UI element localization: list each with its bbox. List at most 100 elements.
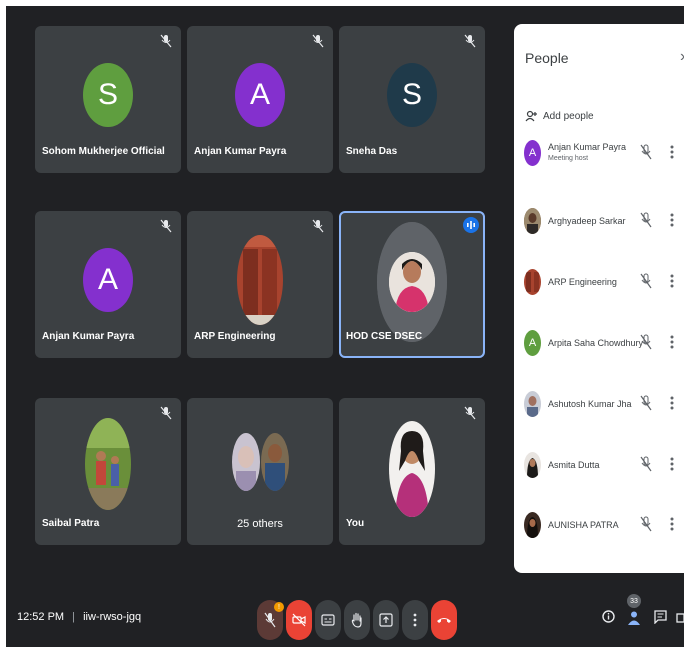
- others-label: 25 others: [237, 518, 283, 530]
- camera-toggle-button[interactable]: [286, 600, 312, 640]
- add-people-label: Add people: [543, 110, 594, 122]
- participant-name: Anjan Kumar Payra: [42, 331, 135, 342]
- mic-off-icon: [464, 406, 476, 420]
- mic-off-icon: [160, 34, 172, 48]
- avatar: A: [524, 140, 541, 166]
- more-options-icon[interactable]: [670, 395, 674, 411]
- meeting-info: 12:52 PM | iiw-rwso-jgq: [17, 611, 141, 623]
- participant-role: Meeting host: [548, 155, 589, 162]
- mic-off-icon: [640, 212, 652, 228]
- participant-tile[interactable]: Saibal Patra: [35, 398, 181, 545]
- more-options-icon[interactable]: [670, 516, 674, 532]
- mic-toggle-button[interactable]: !: [257, 600, 284, 640]
- mic-off-icon: [640, 516, 652, 532]
- participant-name: Sohom Mukherjee Official: [42, 146, 165, 157]
- camera-off-icon: [292, 613, 306, 627]
- mic-warning-badge: !: [274, 602, 284, 612]
- participant-list-name: AUNISHA PATRA: [548, 520, 619, 530]
- leave-call-button[interactable]: [431, 600, 457, 640]
- participant-photo: [237, 235, 283, 326]
- more-options-icon[interactable]: [670, 456, 674, 472]
- add-person-icon: [525, 110, 537, 122]
- more-options-icon[interactable]: [670, 144, 674, 160]
- info-icon: [602, 610, 615, 623]
- activities-icon: [676, 613, 684, 623]
- hang-up-icon: [437, 618, 451, 623]
- avatar: [524, 452, 541, 478]
- participant-tile[interactable]: A Anjan Kumar Payra: [35, 211, 181, 358]
- participant-name: HOD CSE DSEC: [346, 331, 423, 342]
- clock-time: 12:52 PM: [17, 611, 65, 623]
- mic-off-icon: [640, 273, 652, 289]
- avatar: A: [83, 248, 133, 313]
- participant-tile[interactable]: S Sohom Mukherjee Official: [35, 26, 181, 173]
- meeting-details-button[interactable]: [602, 610, 615, 628]
- participant-photo: [85, 418, 131, 511]
- avatar: A: [235, 63, 285, 128]
- captions-button[interactable]: [315, 600, 341, 640]
- mic-off-icon: [464, 34, 476, 48]
- others-tile[interactable]: 25 others: [187, 398, 333, 545]
- participant-list-name: Asmita Dutta: [548, 460, 600, 470]
- participant-count-badge: 33: [627, 594, 641, 608]
- chat-icon: [654, 610, 667, 625]
- present-screen-icon: [379, 613, 393, 627]
- mic-off-icon: [160, 406, 172, 420]
- meeting-window: S Sohom Mukherjee Official A Anjan Kumar…: [6, 6, 684, 647]
- chevron-right-icon[interactable]: ›: [680, 48, 684, 66]
- avatar: [524, 269, 541, 295]
- more-options-button[interactable]: [402, 600, 428, 640]
- present-button[interactable]: [373, 600, 399, 640]
- participant-name: Sneha Das: [346, 146, 398, 157]
- speaking-indicator-icon: [463, 217, 479, 233]
- participant-list-item[interactable]: Ashutosh Kumar Jha: [514, 385, 684, 425]
- raise-hand-button[interactable]: [344, 600, 370, 640]
- participant-tile[interactable]: ARP Engineering: [187, 211, 333, 358]
- separator: |: [72, 611, 76, 623]
- avatar: S: [387, 63, 437, 128]
- participant-list-item[interactable]: AUNISHA PATRA: [514, 506, 684, 546]
- participant-list-name: Arghyadeep Sarkar: [548, 216, 626, 226]
- mic-off-icon: [640, 395, 652, 411]
- avatar: [524, 512, 541, 538]
- self-tile[interactable]: You: [339, 398, 485, 545]
- others-avatar: [261, 433, 289, 491]
- participant-list-name: Ashutosh Kumar Jha: [548, 399, 632, 409]
- more-options-icon[interactable]: [670, 334, 674, 350]
- avatar: S: [83, 63, 133, 128]
- mic-off-icon: [640, 334, 652, 350]
- meeting-code: iiw-rwso-jgq: [83, 611, 142, 623]
- participant-list-name: ARP Engineering: [548, 277, 617, 287]
- mic-off-icon: [264, 612, 276, 628]
- participant-name: Saibal Patra: [42, 518, 100, 529]
- participant-list-item[interactable]: Arghyadeep Sarkar: [514, 202, 684, 242]
- mic-off-icon: [160, 219, 172, 233]
- mic-off-icon: [640, 456, 652, 472]
- participant-tile[interactable]: A Anjan Kumar Payra: [187, 26, 333, 173]
- participant-list-item[interactable]: ARP Engineering: [514, 263, 684, 303]
- participant-list-item[interactable]: A Arpita Saha Chowdhury: [514, 324, 684, 364]
- participant-list-name: Anjan Kumar Payra: [548, 142, 627, 152]
- mic-off-icon: [640, 144, 652, 160]
- participant-list-item[interactable]: A Anjan Kumar Payra Meeting host: [514, 134, 684, 174]
- more-options-icon[interactable]: [670, 273, 674, 289]
- more-vert-icon: [413, 613, 417, 627]
- participant-tile-speaking[interactable]: HOD CSE DSEC: [339, 211, 485, 358]
- people-panel: People › Add people A Anjan Kumar Payra …: [514, 24, 684, 573]
- avatar: [524, 391, 541, 417]
- participant-photo: [389, 420, 435, 517]
- people-button[interactable]: 33: [626, 594, 642, 630]
- chat-button[interactable]: [654, 610, 667, 629]
- mic-off-icon: [312, 34, 324, 48]
- participant-photo: [377, 221, 447, 342]
- hand-icon: [351, 612, 362, 628]
- people-icon: [628, 611, 640, 625]
- activities-button[interactable]: [676, 610, 684, 629]
- mic-off-icon: [312, 219, 324, 233]
- add-people-button[interactable]: Add people: [525, 110, 594, 122]
- more-options-icon[interactable]: [670, 212, 674, 228]
- participant-list-item[interactable]: Asmita Dutta: [514, 446, 684, 486]
- participant-tile[interactable]: S Sneha Das: [339, 26, 485, 173]
- others-avatar: [232, 433, 260, 491]
- panel-title: People: [525, 50, 569, 66]
